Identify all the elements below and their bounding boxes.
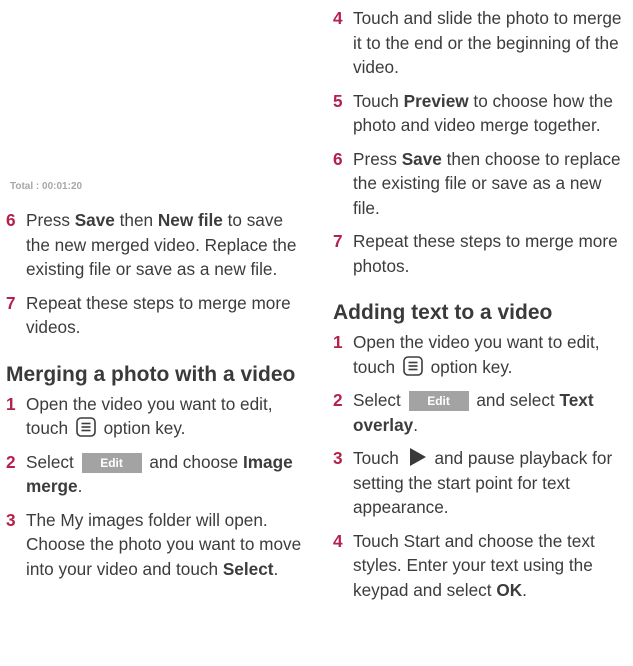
step-text: Press Save then choose to replace the ex… <box>353 148 621 218</box>
step-text: Touch Preview to choose how the photo an… <box>353 90 613 136</box>
menu-option-icon <box>403 355 423 376</box>
play-icon <box>409 448 426 466</box>
edit-button: Edit <box>81 452 142 473</box>
heading-adding-text: Adding text to a video <box>333 301 553 324</box>
step-3-left: 3 The My images folder will open. Choose… <box>6 508 306 582</box>
step-number: 2 <box>6 451 16 472</box>
step-3-right: 3 Touch and pause playback for setting t… <box>333 446 629 520</box>
step-1-right: 1 Open the video you want to edit, touch… <box>333 330 629 379</box>
step-4-right-b: 4 Touch Start and choose the text styles… <box>333 529 629 603</box>
step-number: 1 <box>333 332 343 352</box>
step-7-right: 7 Repeat these steps to merge more photo… <box>333 229 629 278</box>
step-text: The My images folder will open. Choose t… <box>26 509 302 579</box>
heading-merging-photo: Merging a photo with a video <box>6 362 296 386</box>
left-column: 6 Press Save then New file to save the n… <box>6 0 306 590</box>
step-2-right: 2 Select Edit and select Text overlay. <box>333 388 629 437</box>
step-text: Repeat these steps to merge more videos. <box>26 292 291 338</box>
step-7-left: 7 Repeat these steps to merge more video… <box>6 291 306 340</box>
step-5-right: 5 Touch Preview to choose how the photo … <box>333 89 629 138</box>
step-number: 3 <box>6 509 16 530</box>
step-number: 7 <box>6 292 16 313</box>
step-text: Select Edit and choose Image merge. <box>26 451 293 497</box>
step-number: 2 <box>333 390 343 410</box>
step-4-right: 4 Touch and slide the photo to merge it … <box>333 6 629 80</box>
step-2-left: 2 Select Edit and choose Image merge. <box>6 450 306 499</box>
step-text: Open the video you want to edit, touch o… <box>353 332 600 377</box>
step-text: Press Save then New file to save the new… <box>26 210 297 279</box>
step-text: Touch Start and choose the text styles. … <box>353 530 595 600</box>
step-number: 5 <box>333 90 343 111</box>
step-6-right: 6 Press Save then choose to replace the … <box>333 147 629 221</box>
step-text: Touch and pause playback for setting the… <box>353 448 613 517</box>
edit-button: Edit <box>408 391 469 411</box>
step-6-left: 6 Press Save then New file to save the n… <box>6 208 306 282</box>
step-1-left: 1 Open the video you want to edit, touch… <box>6 392 306 441</box>
step-number: 7 <box>333 231 343 251</box>
step-text: Touch and slide the photo to merge it to… <box>353 8 622 77</box>
step-number: 1 <box>6 393 16 414</box>
step-number: 3 <box>333 448 343 468</box>
right-column: 4 Touch and slide the photo to merge it … <box>333 0 629 611</box>
step-text: Select Edit and select Text overlay. <box>353 390 594 435</box>
step-number: 6 <box>333 148 343 169</box>
step-number: 4 <box>333 530 343 551</box>
step-text: Open the video you want to edit, touch o… <box>26 393 273 439</box>
step-text: Repeat these steps to merge more photos. <box>353 231 618 276</box>
step-number: 4 <box>333 8 343 28</box>
menu-option-icon <box>76 417 96 437</box>
step-number: 6 <box>6 210 16 230</box>
